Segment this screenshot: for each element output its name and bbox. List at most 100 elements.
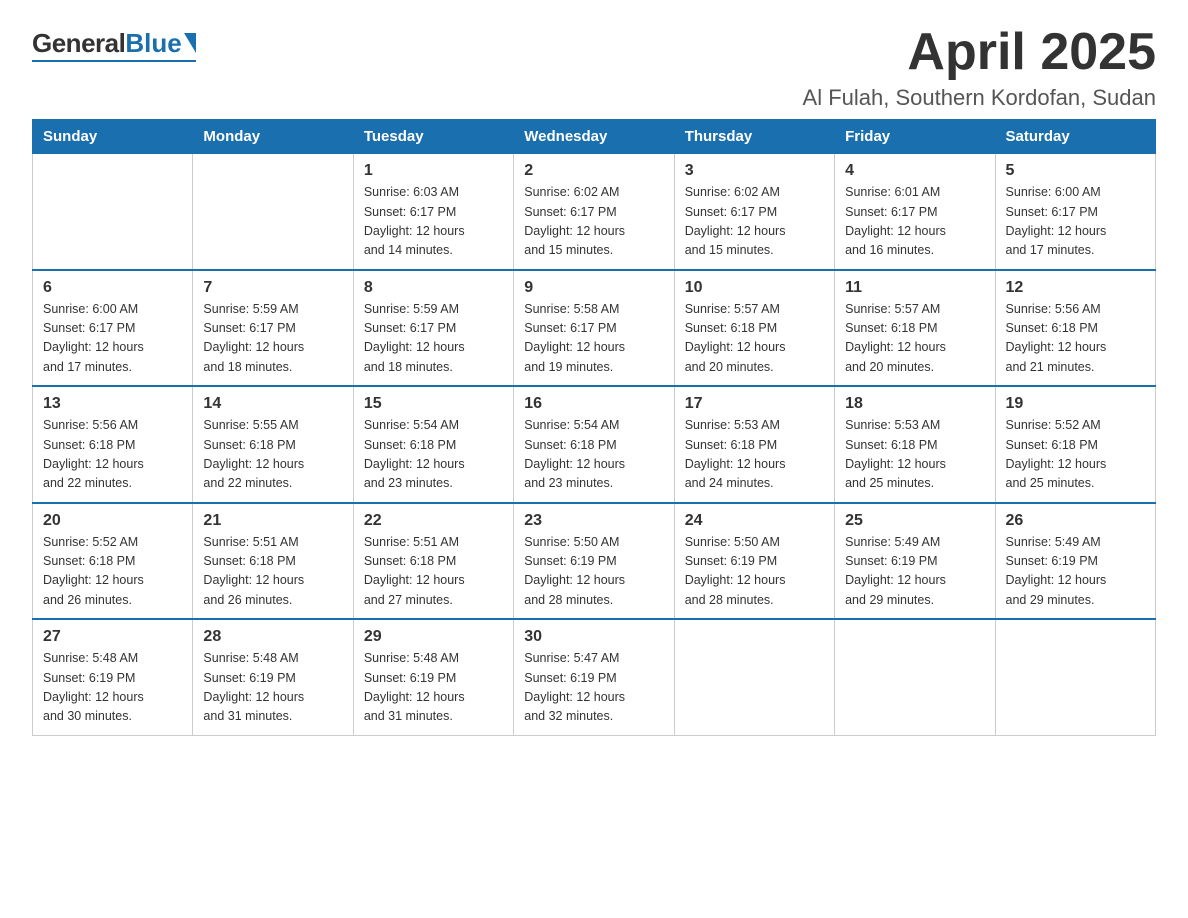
day-number: 27 (43, 628, 182, 646)
calendar-cell: 3 Sunrise: 6:02 AM Sunset: 6:17 PM Daylig… (674, 154, 834, 270)
day-info: Sunrise: 5:51 AM Sunset: 6:18 PM Dayligh… (203, 533, 342, 611)
day-number: 8 (364, 279, 503, 297)
day-number: 12 (1006, 279, 1145, 297)
header-saturday: Saturday (995, 120, 1155, 154)
day-info: Sunrise: 5:57 AM Sunset: 6:18 PM Dayligh… (845, 300, 984, 378)
day-info: Sunrise: 5:53 AM Sunset: 6:18 PM Dayligh… (685, 416, 824, 494)
day-number: 6 (43, 279, 182, 297)
logo-blue-part: Blue (125, 28, 195, 59)
day-info: Sunrise: 5:59 AM Sunset: 6:17 PM Dayligh… (364, 300, 503, 378)
day-number: 22 (364, 512, 503, 530)
day-number: 17 (685, 395, 824, 413)
header-wednesday: Wednesday (514, 120, 674, 154)
calendar-cell: 2 Sunrise: 6:02 AM Sunset: 6:17 PM Daylig… (514, 154, 674, 270)
day-info: Sunrise: 5:54 AM Sunset: 6:18 PM Dayligh… (524, 416, 663, 494)
day-number: 29 (364, 628, 503, 646)
calendar-cell: 1Sunrise: 6:03 AM Sunset: 6:17 PM Daylig… (353, 154, 513, 270)
day-info: Sunrise: 5:57 AM Sunset: 6:18 PM Dayligh… (685, 300, 824, 378)
calendar-week-row: 1Sunrise: 6:03 AM Sunset: 6:17 PM Daylig… (33, 154, 1156, 270)
day-number: 11 (845, 279, 984, 297)
day-number: 21 (203, 512, 342, 530)
day-number: 3 (685, 162, 824, 180)
day-info: Sunrise: 5:52 AM Sunset: 6:18 PM Dayligh… (1006, 416, 1145, 494)
day-info: Sunrise: 5:48 AM Sunset: 6:19 PM Dayligh… (364, 649, 503, 727)
calendar-header-row: SundayMondayTuesdayWednesdayThursdayFrid… (33, 120, 1156, 154)
day-info: Sunrise: 5:56 AM Sunset: 6:18 PM Dayligh… (1006, 300, 1145, 378)
calendar-cell (995, 619, 1155, 735)
day-info: Sunrise: 5:55 AM Sunset: 6:18 PM Dayligh… (203, 416, 342, 494)
calendar-week-row: 27 Sunrise: 5:48 AM Sunset: 6:19 PM Dayli… (33, 619, 1156, 735)
day-info: Sunrise: 5:49 AM Sunset: 6:19 PM Dayligh… (845, 533, 984, 611)
header-friday: Friday (835, 120, 995, 154)
day-number: 4 (845, 162, 984, 180)
calendar-cell: 28 Sunrise: 5:48 AM Sunset: 6:19 PM Dayli… (193, 619, 353, 735)
calendar-title: April 2025 (803, 24, 1156, 81)
day-info: Sunrise: 6:00 AM Sunset: 6:17 PM Dayligh… (43, 300, 182, 378)
calendar-cell: 22Sunrise: 5:51 AM Sunset: 6:18 PM Dayli… (353, 503, 513, 620)
header-thursday: Thursday (674, 120, 834, 154)
day-info: Sunrise: 5:56 AM Sunset: 6:18 PM Dayligh… (43, 416, 182, 494)
day-info: Sunrise: 6:02 AM Sunset: 6:17 PM Dayligh… (524, 183, 663, 261)
day-number: 13 (43, 395, 182, 413)
calendar-cell: 9 Sunrise: 5:58 AM Sunset: 6:17 PM Daylig… (514, 270, 674, 387)
calendar-week-row: 6 Sunrise: 6:00 AM Sunset: 6:17 PM Daylig… (33, 270, 1156, 387)
logo-triangle-icon (184, 33, 196, 53)
day-info: Sunrise: 6:03 AM Sunset: 6:17 PM Dayligh… (364, 183, 503, 261)
title-block: April 2025 Al Fulah, Southern Kordofan, … (803, 24, 1156, 111)
calendar-cell (674, 619, 834, 735)
calendar-cell: 7 Sunrise: 5:59 AM Sunset: 6:17 PM Daylig… (193, 270, 353, 387)
day-info: Sunrise: 5:58 AM Sunset: 6:17 PM Dayligh… (524, 300, 663, 378)
day-number: 30 (524, 628, 663, 646)
day-number: 19 (1006, 395, 1145, 413)
calendar-cell: 17 Sunrise: 5:53 AM Sunset: 6:18 PM Dayli… (674, 386, 834, 503)
calendar-cell: 20Sunrise: 5:52 AM Sunset: 6:18 PM Dayli… (33, 503, 193, 620)
day-number: 28 (203, 628, 342, 646)
calendar-cell: 13 Sunrise: 5:56 AM Sunset: 6:18 PM Dayli… (33, 386, 193, 503)
calendar-cell: 21 Sunrise: 5:51 AM Sunset: 6:18 PM Dayli… (193, 503, 353, 620)
calendar-cell: 26Sunrise: 5:49 AM Sunset: 6:19 PM Dayli… (995, 503, 1155, 620)
calendar-cell: 16 Sunrise: 5:54 AM Sunset: 6:18 PM Dayli… (514, 386, 674, 503)
day-info: Sunrise: 6:02 AM Sunset: 6:17 PM Dayligh… (685, 183, 824, 261)
day-number: 2 (524, 162, 663, 180)
calendar-cell: 10 Sunrise: 5:57 AM Sunset: 6:18 PM Dayli… (674, 270, 834, 387)
header-tuesday: Tuesday (353, 120, 513, 154)
calendar-cell: 15Sunrise: 5:54 AM Sunset: 6:18 PM Dayli… (353, 386, 513, 503)
day-number: 23 (524, 512, 663, 530)
calendar-subtitle: Al Fulah, Southern Kordofan, Sudan (803, 85, 1156, 111)
calendar-cell (835, 619, 995, 735)
calendar-cell: 18Sunrise: 5:53 AM Sunset: 6:18 PM Dayli… (835, 386, 995, 503)
calendar-cell: 23Sunrise: 5:50 AM Sunset: 6:19 PM Dayli… (514, 503, 674, 620)
calendar-cell: 12 Sunrise: 5:56 AM Sunset: 6:18 PM Dayli… (995, 270, 1155, 387)
calendar-cell: 19 Sunrise: 5:52 AM Sunset: 6:18 PM Dayli… (995, 386, 1155, 503)
calendar-cell: 6 Sunrise: 6:00 AM Sunset: 6:17 PM Daylig… (33, 270, 193, 387)
day-info: Sunrise: 6:00 AM Sunset: 6:17 PM Dayligh… (1006, 183, 1145, 261)
calendar-week-row: 20Sunrise: 5:52 AM Sunset: 6:18 PM Dayli… (33, 503, 1156, 620)
calendar-cell: 5 Sunrise: 6:00 AM Sunset: 6:17 PM Daylig… (995, 154, 1155, 270)
calendar-cell: 27 Sunrise: 5:48 AM Sunset: 6:19 PM Dayli… (33, 619, 193, 735)
day-number: 16 (524, 395, 663, 413)
day-info: Sunrise: 5:59 AM Sunset: 6:17 PM Dayligh… (203, 300, 342, 378)
day-info: Sunrise: 5:48 AM Sunset: 6:19 PM Dayligh… (203, 649, 342, 727)
calendar-cell (193, 154, 353, 270)
day-number: 5 (1006, 162, 1145, 180)
calendar-table: SundayMondayTuesdayWednesdayThursdayFrid… (32, 119, 1156, 736)
calendar-cell: 29 Sunrise: 5:48 AM Sunset: 6:19 PM Dayli… (353, 619, 513, 735)
header-monday: Monday (193, 120, 353, 154)
calendar-cell: 25Sunrise: 5:49 AM Sunset: 6:19 PM Dayli… (835, 503, 995, 620)
day-number: 18 (845, 395, 984, 413)
calendar-cell: 30Sunrise: 5:47 AM Sunset: 6:19 PM Dayli… (514, 619, 674, 735)
day-number: 26 (1006, 512, 1145, 530)
day-info: Sunrise: 5:48 AM Sunset: 6:19 PM Dayligh… (43, 649, 182, 727)
logo-general-text: General (32, 28, 125, 59)
header-sunday: Sunday (33, 120, 193, 154)
calendar-cell: 8 Sunrise: 5:59 AM Sunset: 6:17 PM Daylig… (353, 270, 513, 387)
day-number: 20 (43, 512, 182, 530)
day-info: Sunrise: 6:01 AM Sunset: 6:17 PM Dayligh… (845, 183, 984, 261)
day-number: 10 (685, 279, 824, 297)
logo: General Blue (32, 28, 196, 62)
day-number: 9 (524, 279, 663, 297)
logo-blue-text: Blue (125, 28, 181, 59)
calendar-cell (33, 154, 193, 270)
day-number: 7 (203, 279, 342, 297)
calendar-cell: 24Sunrise: 5:50 AM Sunset: 6:19 PM Dayli… (674, 503, 834, 620)
